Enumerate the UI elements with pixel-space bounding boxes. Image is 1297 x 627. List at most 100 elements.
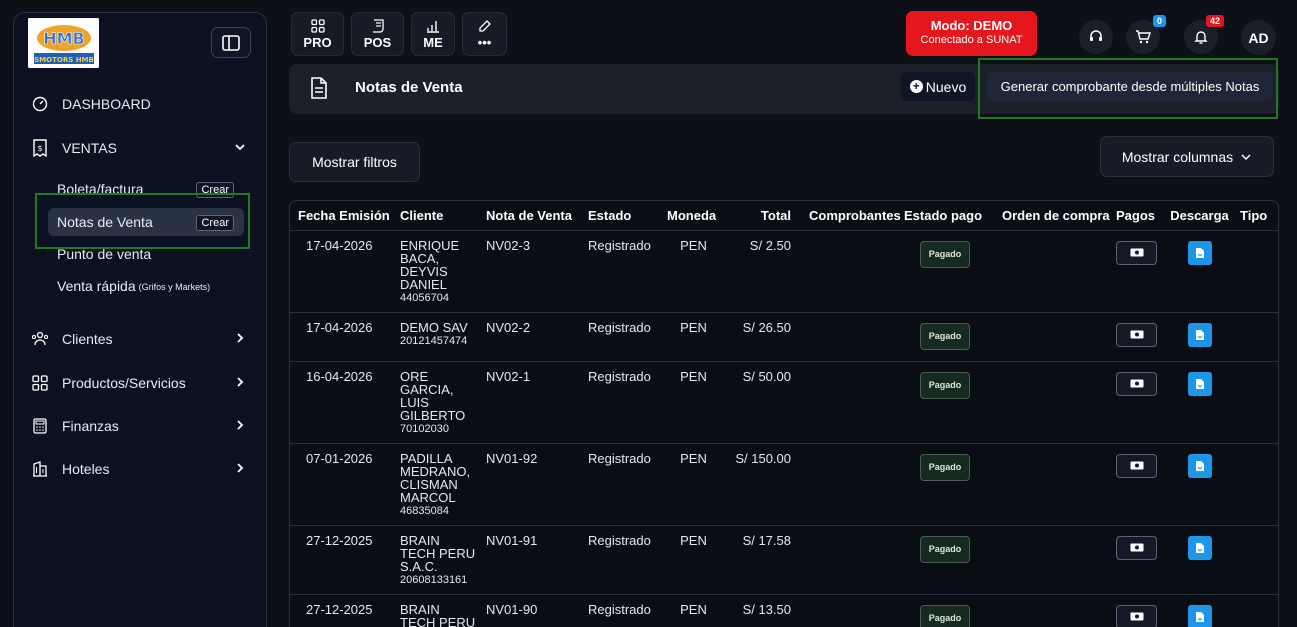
file-download-icon [1195,460,1204,471]
create-badge[interactable]: Crear [196,215,234,231]
sidebar-subitem-label: Boleta/factura [57,181,144,197]
table-cell [1163,312,1236,362]
show-filters-label: Mostrar filtros [312,154,397,170]
client-name: BRAIN TECH PERU S.A.C. [400,601,476,627]
company-logo[interactable]: HMB SMOTORS HMB [28,18,99,68]
create-badge[interactable]: Crear [196,182,234,198]
table-cell [795,361,900,444]
column-header[interactable]: Tipo [1236,201,1278,231]
pro-label: PRO [303,34,332,50]
note-number[interactable]: NV02-1 [486,369,530,384]
show-filters-button[interactable]: Mostrar filtros [289,142,420,182]
note-number[interactable]: NV02-2 [486,320,530,335]
sidebar-item-label: Productos/Servicios [62,375,186,391]
payments-button[interactable] [1116,240,1157,265]
show-columns-button[interactable]: Mostrar columnas [1100,136,1274,177]
table-cell [1163,230,1236,313]
column-header[interactable]: Fecha Emisión [290,201,396,231]
demo-mode-title: Modo: DEMO [930,18,1013,33]
date-cell: 27-12-2025 [306,601,373,617]
me-label: ME [423,34,443,50]
sidebar-subitem-boleta[interactable]: Boleta/factura Crear [48,175,244,203]
table-cell [1112,312,1163,362]
note-number[interactable]: NV02-3 [486,238,530,253]
table-cell: PEN [663,594,724,627]
client-name: DEMO SAV [400,319,468,335]
sidebar-item-productos[interactable]: Productos/Servicios [30,369,252,397]
payments-button[interactable] [1116,604,1157,627]
column-header[interactable]: Cliente [396,201,482,231]
pos-button[interactable]: POS [351,12,404,56]
pos-label: POS [363,34,392,50]
payment-status-badge: Pagado [919,322,971,350]
table-row[interactable]: 16-04-2026 ORE GARCIA, LUIS GILBERTO 70102… [290,361,1278,444]
me-button[interactable]: ME [411,12,455,56]
sidebar-subitem-label: Punto de venta [57,246,152,262]
column-header[interactable]: Pagos [1112,201,1163,231]
cart-button[interactable]: 0 [1126,15,1166,54]
download-button[interactable] [1187,322,1212,347]
download-button[interactable] [1187,604,1212,627]
payments-button[interactable] [1116,322,1157,347]
generate-from-notes-button[interactable]: Generar comprobante desde múltiples Nota… [987,72,1273,101]
payments-button[interactable] [1116,453,1157,478]
sidebar-subitem-punto-venta[interactable]: Punto de venta [48,240,244,268]
sidebar: HMB SMOTORS HMB DASHBOARD $ VENTAS Bolet… [13,12,267,627]
sidebar-subitem-notas-venta[interactable]: Notas de Venta Crear [48,208,244,236]
table-row[interactable]: 07-01-2026 PADILLA MEDRANO, CLISMAN MARCO… [290,443,1278,526]
download-button[interactable] [1187,535,1212,560]
calculator-icon [30,416,50,436]
sidebar-item-dashboard[interactable]: DASHBOARD [30,90,252,118]
support-button[interactable] [1079,20,1113,54]
note-number[interactable]: NV01-92 [486,451,537,466]
download-button[interactable] [1187,240,1212,265]
building-icon [30,459,50,479]
client-name: BRAIN TECH PERU S.A.C. [400,532,476,574]
sidebar-item-hoteles[interactable]: Hoteles [30,455,252,483]
column-header[interactable]: Estado pago [900,201,990,231]
new-button[interactable]: + Nuevo [901,72,975,101]
table-row[interactable]: 27-12-2025 BRAIN TECH PERU S.A.C. NV01-90 R… [290,594,1278,627]
payments-button[interactable] [1116,535,1157,560]
table-cell: PEN [663,525,724,595]
column-header[interactable]: Total [724,201,795,231]
more-button[interactable]: ••• [462,12,507,56]
table-cell [1236,361,1278,444]
file-download-icon [1195,611,1204,622]
chevron-right-icon [234,375,246,391]
user-avatar[interactable]: AD [1241,20,1276,55]
sidebar-toggle-button[interactable] [211,27,251,58]
status-text: Registrado [588,319,651,335]
note-number[interactable]: NV01-91 [486,533,537,548]
table-cell: ORE GARCIA, LUIS GILBERTO 70102030 [396,361,482,444]
new-button-label: Nuevo [925,78,967,95]
sidebar-item-clientes[interactable]: Clientes [30,325,252,353]
sidebar-item-ventas[interactable]: $ VENTAS [30,134,252,162]
download-button[interactable] [1187,371,1212,396]
column-header[interactable]: Comprobantes [795,201,901,231]
column-header[interactable]: Nota de Venta [482,201,584,231]
payments-button[interactable] [1116,371,1157,396]
status-text: Registrado [588,368,651,384]
table-cell: 16-04-2026 [290,361,396,444]
table-cell [1163,443,1236,526]
column-header[interactable]: Estado [584,201,663,231]
sidebar-item-finanzas[interactable]: Finanzas [30,412,252,440]
sidebar-subitem-venta-rapida[interactable]: Venta rápida (Grifos y Markets) [48,272,244,300]
table-cell [1163,525,1236,595]
table-row[interactable]: 17-04-2026 ENRIQUE BACA, DEYVIS DANIEL 440… [290,230,1278,313]
table-cell: NV01-91 [482,525,584,595]
table-row[interactable]: 27-12-2025 BRAIN TECH PERU S.A.C. 20608133… [290,525,1278,595]
sidebar-item-label: VENTAS [62,140,117,156]
download-button[interactable] [1187,453,1212,478]
column-header[interactable]: Moneda [663,201,724,231]
generate-button-label: Generar comprobante desde múltiples Nota… [1000,79,1260,94]
table-row[interactable]: 17-04-2026 DEMO SAV 20121457474 NV02-2 Regis… [290,312,1278,362]
note-number[interactable]: NV01-90 [486,602,537,617]
pro-button[interactable]: PRO [291,12,344,56]
currency-text: PEN [680,601,707,617]
column-header[interactable]: Descarga [1163,201,1236,231]
sidebar-item-label: Finanzas [62,418,119,434]
column-header[interactable]: Orden de compra [990,201,1112,231]
notifications-button[interactable]: 42 [1184,15,1224,54]
